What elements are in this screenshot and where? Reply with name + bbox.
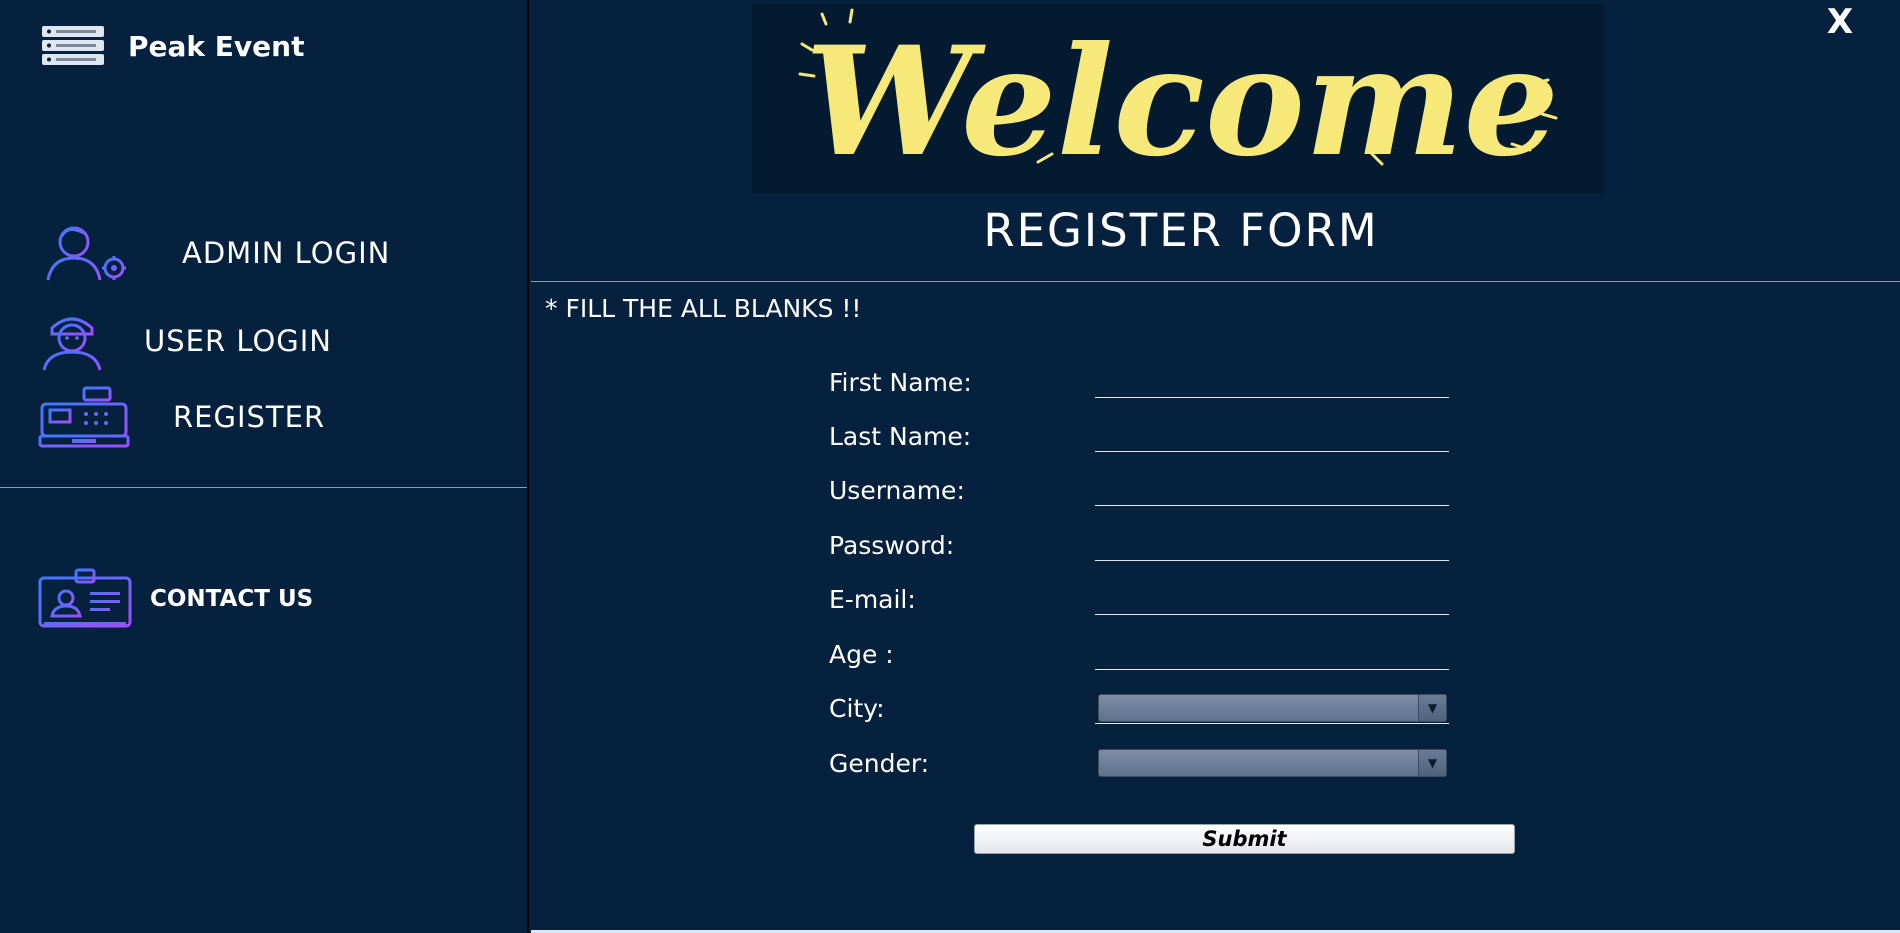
password-field[interactable] — [1095, 531, 1449, 561]
sidebar-item-user-login[interactable]: USER LOGIN — [38, 310, 332, 372]
username-label: Username: — [829, 476, 965, 505]
sidebar-item-contact-us[interactable]: CONTACT US — [38, 568, 313, 630]
sidebar-item-label: USER LOGIN — [144, 324, 332, 358]
chevron-down-icon[interactable]: ▼ — [1418, 695, 1446, 721]
last-name-field[interactable] — [1095, 422, 1449, 452]
main-panel: Welcome X REGISTER FORM * FILL THE ALL B… — [531, 0, 1900, 933]
sidebar-divider — [0, 487, 527, 488]
chevron-down-icon[interactable]: ▼ — [1418, 750, 1446, 776]
banner-text: Welcome — [805, 14, 1559, 190]
gender-select[interactable]: ▼ — [1098, 749, 1447, 777]
page-title: REGISTER FORM — [983, 204, 1379, 257]
cash-register-icon — [38, 386, 130, 448]
header-divider — [531, 281, 1900, 282]
city-label: City: — [829, 694, 885, 723]
age-label: Age : — [829, 640, 894, 669]
sidebar-item-label: REGISTER — [173, 400, 326, 434]
password-label: Password: — [829, 531, 955, 560]
brand-name: Peak Event — [128, 29, 305, 63]
sidebar-item-label: CONTACT US — [150, 586, 314, 612]
form-instruction: * FILL THE ALL BLANKS !! — [545, 294, 862, 323]
sidebar: Peak Event ADMIN LOGIN USER LOGIN REGIST… — [0, 0, 529, 933]
first-name-field[interactable] — [1095, 368, 1449, 398]
username-field[interactable] — [1095, 476, 1449, 506]
user-icon — [38, 310, 108, 372]
city-select-underline — [1095, 723, 1449, 724]
first-name-label: First Name: — [829, 368, 972, 397]
age-field[interactable] — [1095, 640, 1449, 670]
email-label: E-mail: — [829, 585, 916, 614]
sidebar-item-label: ADMIN LOGIN — [182, 236, 391, 270]
submit-button[interactable]: Submit — [974, 824, 1515, 854]
last-name-label: Last Name: — [829, 422, 972, 451]
gender-label: Gender: — [829, 749, 930, 778]
email-field[interactable] — [1095, 585, 1449, 615]
sidebar-item-admin-login[interactable]: ADMIN LOGIN — [38, 222, 390, 284]
city-select[interactable]: ▼ — [1098, 694, 1447, 722]
welcome-banner: Welcome — [752, 4, 1604, 194]
server-rack-icon — [40, 24, 108, 68]
close-button[interactable]: X — [1817, 2, 1863, 42]
sidebar-item-register[interactable]: REGISTER — [38, 386, 325, 448]
brand: Peak Event — [40, 24, 304, 68]
admin-gear-icon — [38, 222, 136, 284]
id-card-icon — [38, 568, 132, 630]
